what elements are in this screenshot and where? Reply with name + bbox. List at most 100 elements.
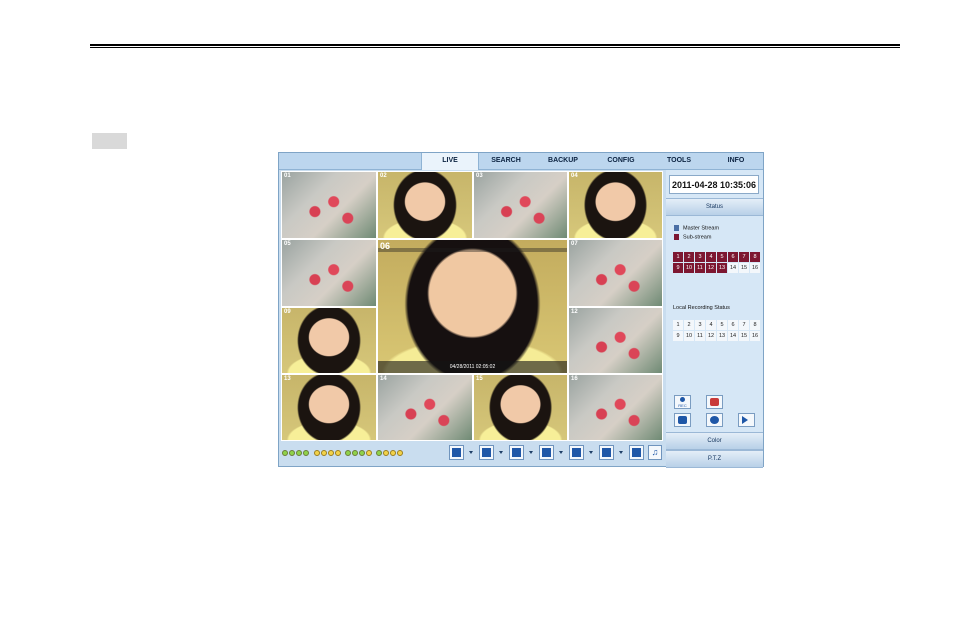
layout-3x3-button[interactable]	[569, 445, 584, 460]
tab-tools[interactable]: TOOLS	[651, 153, 707, 169]
eight-screen-icon	[542, 448, 551, 457]
recording-channel-cell: 14	[728, 331, 738, 341]
camera-tile-3[interactable]: 03	[473, 171, 568, 239]
big-channel-number: 06	[380, 241, 391, 251]
recording-channel-cell: 4	[706, 320, 716, 330]
six-screen-icon	[512, 448, 521, 457]
camera-tile-5[interactable]: 05	[281, 239, 377, 307]
tab-backup[interactable]: BACKUP	[535, 153, 591, 169]
channel-number: 02	[380, 173, 387, 179]
channel-number: 09	[284, 309, 291, 315]
stop-record-button[interactable]	[706, 395, 723, 409]
camera-tile-2[interactable]: 02	[377, 171, 473, 239]
chevron-down-icon[interactable]	[499, 451, 503, 454]
stream-channel-cell: 13	[717, 263, 727, 273]
stream-channel-cell: 2	[684, 252, 694, 262]
snapshot-button[interactable]	[674, 413, 691, 427]
snapshot-settings-button[interactable]	[706, 413, 723, 427]
recording-channel-cell: 8	[750, 320, 760, 330]
channel-number: 15	[476, 376, 483, 382]
camera-tile-9[interactable]: 09	[281, 307, 377, 374]
status-dot	[303, 450, 309, 456]
status-dot	[314, 450, 320, 456]
gray-label-box	[92, 133, 127, 149]
camera-icon	[678, 416, 687, 424]
sixteen-screen-icon	[632, 448, 641, 457]
layout-1plus7-button[interactable]	[539, 445, 554, 460]
chevron-down-icon[interactable]	[589, 451, 593, 454]
volume-icon[interactable]: ♫	[648, 445, 662, 460]
recording-channel-cell: 6	[728, 320, 738, 330]
camera-tile-1[interactable]: 01	[281, 171, 377, 239]
camera-tile-13[interactable]: 13	[281, 374, 377, 441]
tab-config[interactable]: CONFIG	[593, 153, 649, 169]
stream-channel-cell: 15	[739, 263, 749, 273]
camera-tile-big[interactable]: 06 04/28/2011 02:05:02	[377, 239, 568, 374]
camera-tile-16[interactable]: 16	[568, 374, 663, 441]
camera-tile-15[interactable]: 15	[473, 374, 568, 441]
recording-channel-cell: 7	[739, 320, 749, 330]
chevron-down-icon[interactable]	[529, 451, 533, 454]
layout-1x1-button[interactable]	[449, 445, 464, 460]
channel-number: 14	[380, 376, 387, 382]
status-dot	[296, 450, 302, 456]
bottom-toolbar: ♫	[279, 442, 665, 466]
legend-sub-label: Sub-stream	[683, 234, 712, 241]
layout-2x2-button[interactable]	[479, 445, 494, 460]
recording-channel-cell: 3	[695, 320, 705, 330]
playback-button[interactable]	[738, 413, 755, 427]
camera-tile-14[interactable]: 14	[377, 374, 473, 441]
dvr-live-window: LIVE SEARCH BACKUP CONFIG TOOLS INFO 01 …	[278, 152, 764, 468]
stream-channel-cell: 6	[728, 252, 738, 262]
tab-info[interactable]: INFO	[709, 153, 763, 169]
recording-channel-cell: 5	[717, 320, 727, 330]
header-rule	[90, 44, 900, 46]
layout-1plus5-button[interactable]	[509, 445, 524, 460]
recording-channel-cell: 11	[695, 331, 705, 341]
status-dot	[328, 450, 334, 456]
chevron-down-icon[interactable]	[559, 451, 563, 454]
status-dot	[282, 450, 288, 456]
recording-channel-cell: 16	[750, 331, 760, 341]
status-dot	[397, 450, 403, 456]
color-header[interactable]: Color	[666, 432, 763, 450]
chevron-down-icon[interactable]	[619, 451, 623, 454]
status-dot	[321, 450, 327, 456]
record-label: REC	[678, 403, 687, 408]
status-header[interactable]: Status	[666, 198, 763, 216]
record-icon	[680, 397, 685, 402]
record-button[interactable]: REC	[674, 395, 691, 409]
camera-tile-12[interactable]: 12	[568, 307, 663, 374]
quad-screen-icon	[482, 448, 491, 457]
stream-channel-cell: 3	[695, 252, 705, 262]
chevron-down-icon[interactable]	[469, 451, 473, 454]
play-icon	[742, 416, 748, 424]
header-rule-thin	[90, 47, 900, 48]
tab-live[interactable]: LIVE	[421, 153, 479, 170]
recording-status-grid: 1 2 3 4 5 6 7 8 9 10 11 12 13 14 15 16	[673, 320, 760, 341]
status-dot	[345, 450, 351, 456]
channel-number: 16	[571, 376, 578, 382]
camera-tile-4[interactable]: 04	[568, 171, 663, 239]
status-dot	[335, 450, 341, 456]
local-recording-label: Local Recording Status	[673, 305, 730, 311]
camera-tile-7[interactable]: 07	[568, 239, 663, 307]
channel-number: 12	[571, 309, 578, 315]
stream-channel-cell: 10	[684, 263, 694, 273]
stream-channel-cell: 16	[750, 263, 760, 273]
stream-channel-cell: 14	[728, 263, 738, 273]
status-dot	[390, 450, 396, 456]
layout-4x4-button[interactable]	[629, 445, 644, 460]
camera-grid: 01 02 03 04 05 06 04/28/2011 02:05:02 07…	[281, 171, 663, 441]
stream-channel-cell: 4	[706, 252, 716, 262]
ptz-header[interactable]: P.T.Z	[666, 450, 763, 468]
status-panel: 2011-04-28 10:35:06 Status Master Stream…	[666, 170, 763, 468]
stream-channel-cell: 1	[673, 252, 683, 262]
tab-search[interactable]: SEARCH	[479, 153, 533, 169]
layout-1plus12-button[interactable]	[599, 445, 614, 460]
channel-number: 05	[284, 241, 291, 247]
nine-screen-icon	[572, 448, 581, 457]
status-dot	[383, 450, 389, 456]
status-dot	[289, 450, 295, 456]
recording-channel-cell: 13	[717, 331, 727, 341]
